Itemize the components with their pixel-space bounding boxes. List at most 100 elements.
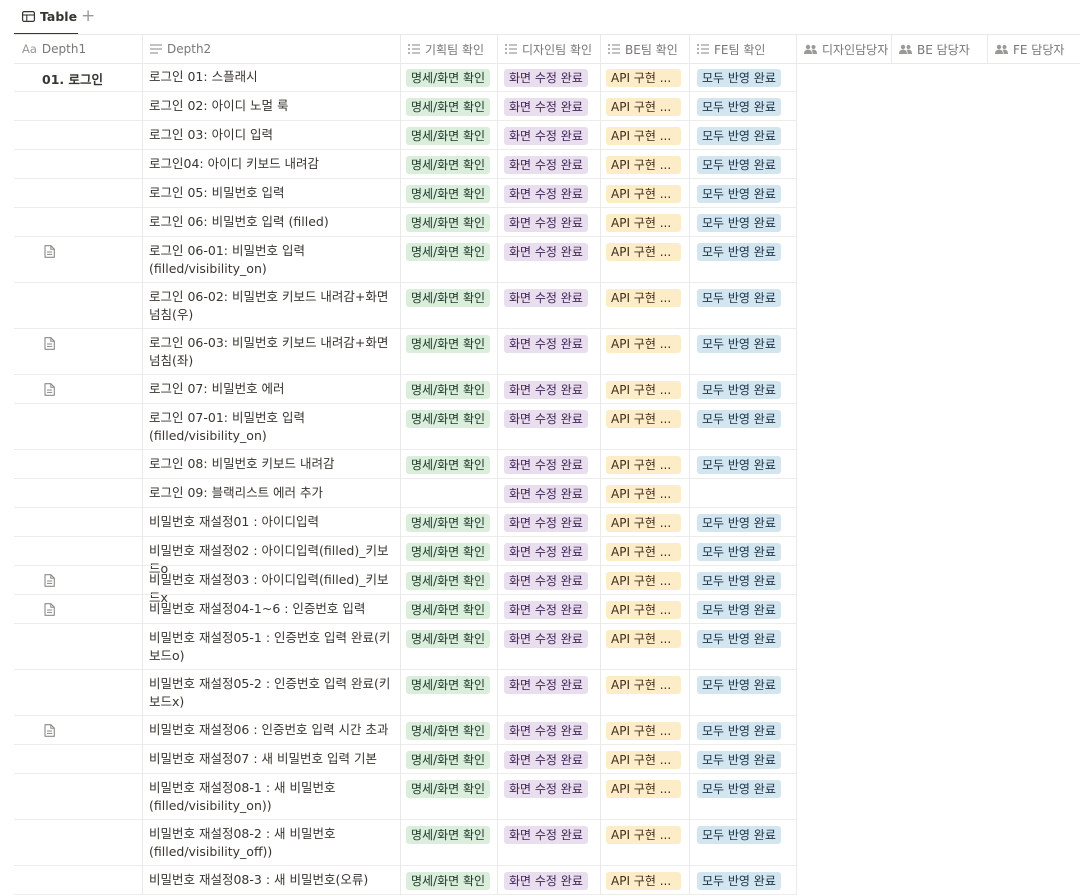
be-status-tag[interactable]: API 구현 ... (606, 185, 681, 203)
table-row[interactable]: 로그인 06: 비밀번호 입력 (filled) 명세/화면 확인 화면 수정 완료… (14, 208, 1080, 237)
table-row[interactable]: 비밀번호 재설정04-1~6 : 인증번호 입력 명세/화면 확인 화면 수정 완료… (14, 595, 1080, 624)
fe-status-tag[interactable]: 모두 반영 완료 (697, 543, 781, 561)
depth2-cell[interactable]: 비밀번호 재설정05-1 : 인증번호 입력 완료(키보드o) (149, 629, 394, 664)
depth2-cell[interactable]: 로그인 06-03: 비밀번호 키보드 내려감+화면넘침(좌) (149, 334, 394, 369)
table-row[interactable]: 비밀번호 재설정05-2 : 인증번호 입력 완료(키보드x) 명세/화면 확인 화… (14, 670, 1080, 716)
design-status-tag[interactable]: 화면 수정 완료 (504, 543, 588, 561)
fe-status-tag[interactable]: 모두 반영 완료 (697, 601, 781, 619)
design-status-tag[interactable]: 화면 수정 완료 (504, 185, 588, 203)
design-status-tag[interactable]: 화면 수정 완료 (504, 514, 588, 532)
table-row[interactable]: 비밀번호 재설정08-2 : 새 비밀번호 (filled/visibility… (14, 820, 1080, 866)
page-icon[interactable] (44, 574, 55, 587)
design-status-tag[interactable]: 화면 수정 완료 (504, 335, 588, 353)
fe-status-tag[interactable]: 모두 반영 완료 (697, 456, 781, 474)
depth2-cell[interactable]: 로그인 06: 비밀번호 입력 (filled) (149, 213, 394, 231)
fe-status-tag[interactable]: 모두 반영 완료 (697, 127, 781, 145)
table-row[interactable]: 비밀번호 재설정02 : 아이디입력(filled)_키보드o 명세/화면 확인 화… (14, 537, 1080, 576)
depth2-cell[interactable]: 로그인 07: 비밀번호 에러 (149, 380, 394, 398)
design-status-tag[interactable]: 화면 수정 완료 (504, 780, 588, 798)
tab-table[interactable]: Table (14, 0, 78, 35)
column-header[interactable]: FE 담당자 (987, 35, 1080, 63)
design-status-tag[interactable]: 화면 수정 완료 (504, 127, 588, 145)
be-status-tag[interactable]: API 구현 ... (606, 872, 681, 890)
planning-status-tag[interactable]: 명세/화면 확인 (406, 630, 491, 648)
page-icon[interactable] (44, 337, 55, 350)
page-icon[interactable] (44, 245, 55, 258)
planning-status-tag[interactable]: 명세/화면 확인 (406, 214, 491, 232)
be-status-tag[interactable]: API 구현 ... (606, 780, 681, 798)
fe-status-tag[interactable]: 모두 반영 완료 (697, 514, 781, 532)
design-status-tag[interactable]: 화면 수정 완료 (504, 381, 588, 399)
planning-status-tag[interactable]: 명세/화면 확인 (406, 156, 491, 174)
table-row[interactable]: 비밀번호 재설정05-1 : 인증번호 입력 완료(키보드o) 명세/화면 확인 화… (14, 624, 1080, 670)
column-header[interactable]: 디자인팀 확인 (497, 35, 600, 63)
planning-status-tag[interactable]: 명세/화면 확인 (406, 335, 491, 353)
be-status-tag[interactable]: API 구현 ... (606, 98, 681, 116)
design-status-tag[interactable]: 화면 수정 완료 (504, 826, 588, 844)
table-row[interactable]: 로그인 08: 비밀번호 키보드 내려감 명세/화면 확인 화면 수정 완료 API … (14, 450, 1080, 479)
depth2-cell[interactable]: 로그인04: 아이디 키보드 내려감 (149, 155, 394, 173)
fe-status-tag[interactable]: 모두 반영 완료 (697, 630, 781, 648)
fe-status-tag[interactable]: 모두 반영 완료 (697, 676, 781, 694)
table-row[interactable]: 로그인 03: 아이디 입력 명세/화면 확인 화면 수정 완료 API 구현 ...… (14, 121, 1080, 150)
planning-status-tag[interactable]: 명세/화면 확인 (406, 572, 491, 590)
planning-status-tag[interactable]: 명세/화면 확인 (406, 381, 491, 399)
be-status-tag[interactable]: API 구현 ... (606, 214, 681, 232)
table-row[interactable]: 로그인 06-03: 비밀번호 키보드 내려감+화면넘침(좌) 명세/화면 확인 화… (14, 329, 1080, 375)
design-status-tag[interactable]: 화면 수정 완료 (504, 156, 588, 174)
be-status-tag[interactable]: API 구현 ... (606, 335, 681, 353)
design-status-tag[interactable]: 화면 수정 완료 (504, 456, 588, 474)
fe-status-tag[interactable]: 모두 반영 완료 (697, 289, 781, 307)
table-row[interactable]: 로그인 02: 아이디 노멀 룩 명세/화면 확인 화면 수정 완료 API 구현 .… (14, 92, 1080, 121)
be-status-tag[interactable]: API 구현 ... (606, 676, 681, 694)
be-status-tag[interactable]: API 구현 ... (606, 514, 681, 532)
column-header[interactable]: 디자인담당자 (796, 35, 891, 63)
planning-status-tag[interactable]: 명세/화면 확인 (406, 601, 491, 619)
be-status-tag[interactable]: API 구현 ... (606, 381, 681, 399)
depth2-cell[interactable]: 로그인 06-01: 비밀번호 입력 (filled/visibility_on… (149, 242, 394, 277)
fe-status-tag[interactable]: 모두 반영 완료 (697, 826, 781, 844)
table-row[interactable]: 비밀번호 재설정07 : 새 비밀번호 입력 기본 명세/화면 확인 화면 수정 완… (14, 745, 1080, 774)
design-status-tag[interactable]: 화면 수정 완료 (504, 485, 588, 503)
design-status-tag[interactable]: 화면 수정 완료 (504, 243, 588, 261)
table-row[interactable]: 로그인 07-01: 비밀번호 입력 (filled/visibility_on… (14, 404, 1080, 450)
depth2-cell[interactable]: 로그인 05: 비밀번호 입력 (149, 184, 394, 202)
be-status-tag[interactable]: API 구현 ... (606, 601, 681, 619)
planning-status-tag[interactable]: 명세/화면 확인 (406, 676, 491, 694)
planning-status-tag[interactable]: 명세/화면 확인 (406, 289, 491, 307)
planning-status-tag[interactable]: 명세/화면 확인 (406, 185, 491, 203)
design-status-tag[interactable]: 화면 수정 완료 (504, 214, 588, 232)
planning-status-tag[interactable]: 명세/화면 확인 (406, 722, 491, 740)
table-row[interactable]: 비밀번호 재설정08-3 : 새 비밀번호(오류) 명세/화면 확인 화면 수정 완… (14, 866, 1080, 895)
page-icon[interactable] (44, 383, 55, 396)
table-row[interactable]: 비밀번호 재설정03 : 아이디입력(filled)_키보드x 명세/화면 확인 화… (14, 566, 1080, 605)
fe-status-tag[interactable]: 모두 반영 완료 (697, 410, 781, 428)
table-row[interactable]: 비밀번호 재설정01 : 아이디입력 명세/화면 확인 화면 수정 완료 API 구현… (14, 508, 1080, 537)
table-row[interactable]: 로그인04: 아이디 키보드 내려감 명세/화면 확인 화면 수정 완료 API 구현… (14, 150, 1080, 179)
depth2-cell[interactable]: 비밀번호 재설정01 : 아이디입력 (149, 513, 394, 531)
column-header[interactable]: FE팀 확인 (689, 35, 796, 63)
be-status-tag[interactable]: API 구현 ... (606, 410, 681, 428)
table-row[interactable]: 로그인 07: 비밀번호 에러 명세/화면 확인 화면 수정 완료 API 구현 ..… (14, 375, 1080, 404)
depth2-cell[interactable]: 비밀번호 재설정04-1~6 : 인증번호 입력 (149, 600, 394, 618)
fe-status-tag[interactable]: 모두 반영 완료 (697, 214, 781, 232)
fe-status-tag[interactable]: 모두 반영 완료 (697, 69, 781, 87)
be-status-tag[interactable]: API 구현 ... (606, 630, 681, 648)
planning-status-tag[interactable]: 명세/화면 확인 (406, 410, 491, 428)
planning-status-tag[interactable]: 명세/화면 확인 (406, 243, 491, 261)
be-status-tag[interactable]: API 구현 ... (606, 243, 681, 261)
fe-status-tag[interactable]: 모두 반영 완료 (697, 98, 781, 116)
planning-status-tag[interactable]: 명세/화면 확인 (406, 751, 491, 769)
planning-status-tag[interactable]: 명세/화면 확인 (406, 872, 491, 890)
be-status-tag[interactable]: API 구현 ... (606, 485, 681, 503)
depth2-cell[interactable]: 로그인 01: 스플래시 (149, 68, 394, 86)
page-icon[interactable] (44, 603, 55, 616)
add-view-button[interactable]: + (81, 6, 95, 26)
depth2-cell[interactable]: 로그인 09: 블랙리스트 에러 추가 (149, 484, 394, 502)
depth2-cell[interactable]: 로그인 03: 아이디 입력 (149, 126, 394, 144)
fe-status-tag[interactable]: 모두 반영 완료 (697, 780, 781, 798)
table-row[interactable]: 비밀번호 재설정08-1 : 새 비밀번호 (filled/visibility… (14, 774, 1080, 820)
fe-status-tag[interactable]: 모두 반영 완료 (697, 722, 781, 740)
be-status-tag[interactable]: API 구현 ... (606, 826, 681, 844)
depth2-cell[interactable]: 비밀번호 재설정08-1 : 새 비밀번호 (filled/visibility… (149, 779, 394, 814)
